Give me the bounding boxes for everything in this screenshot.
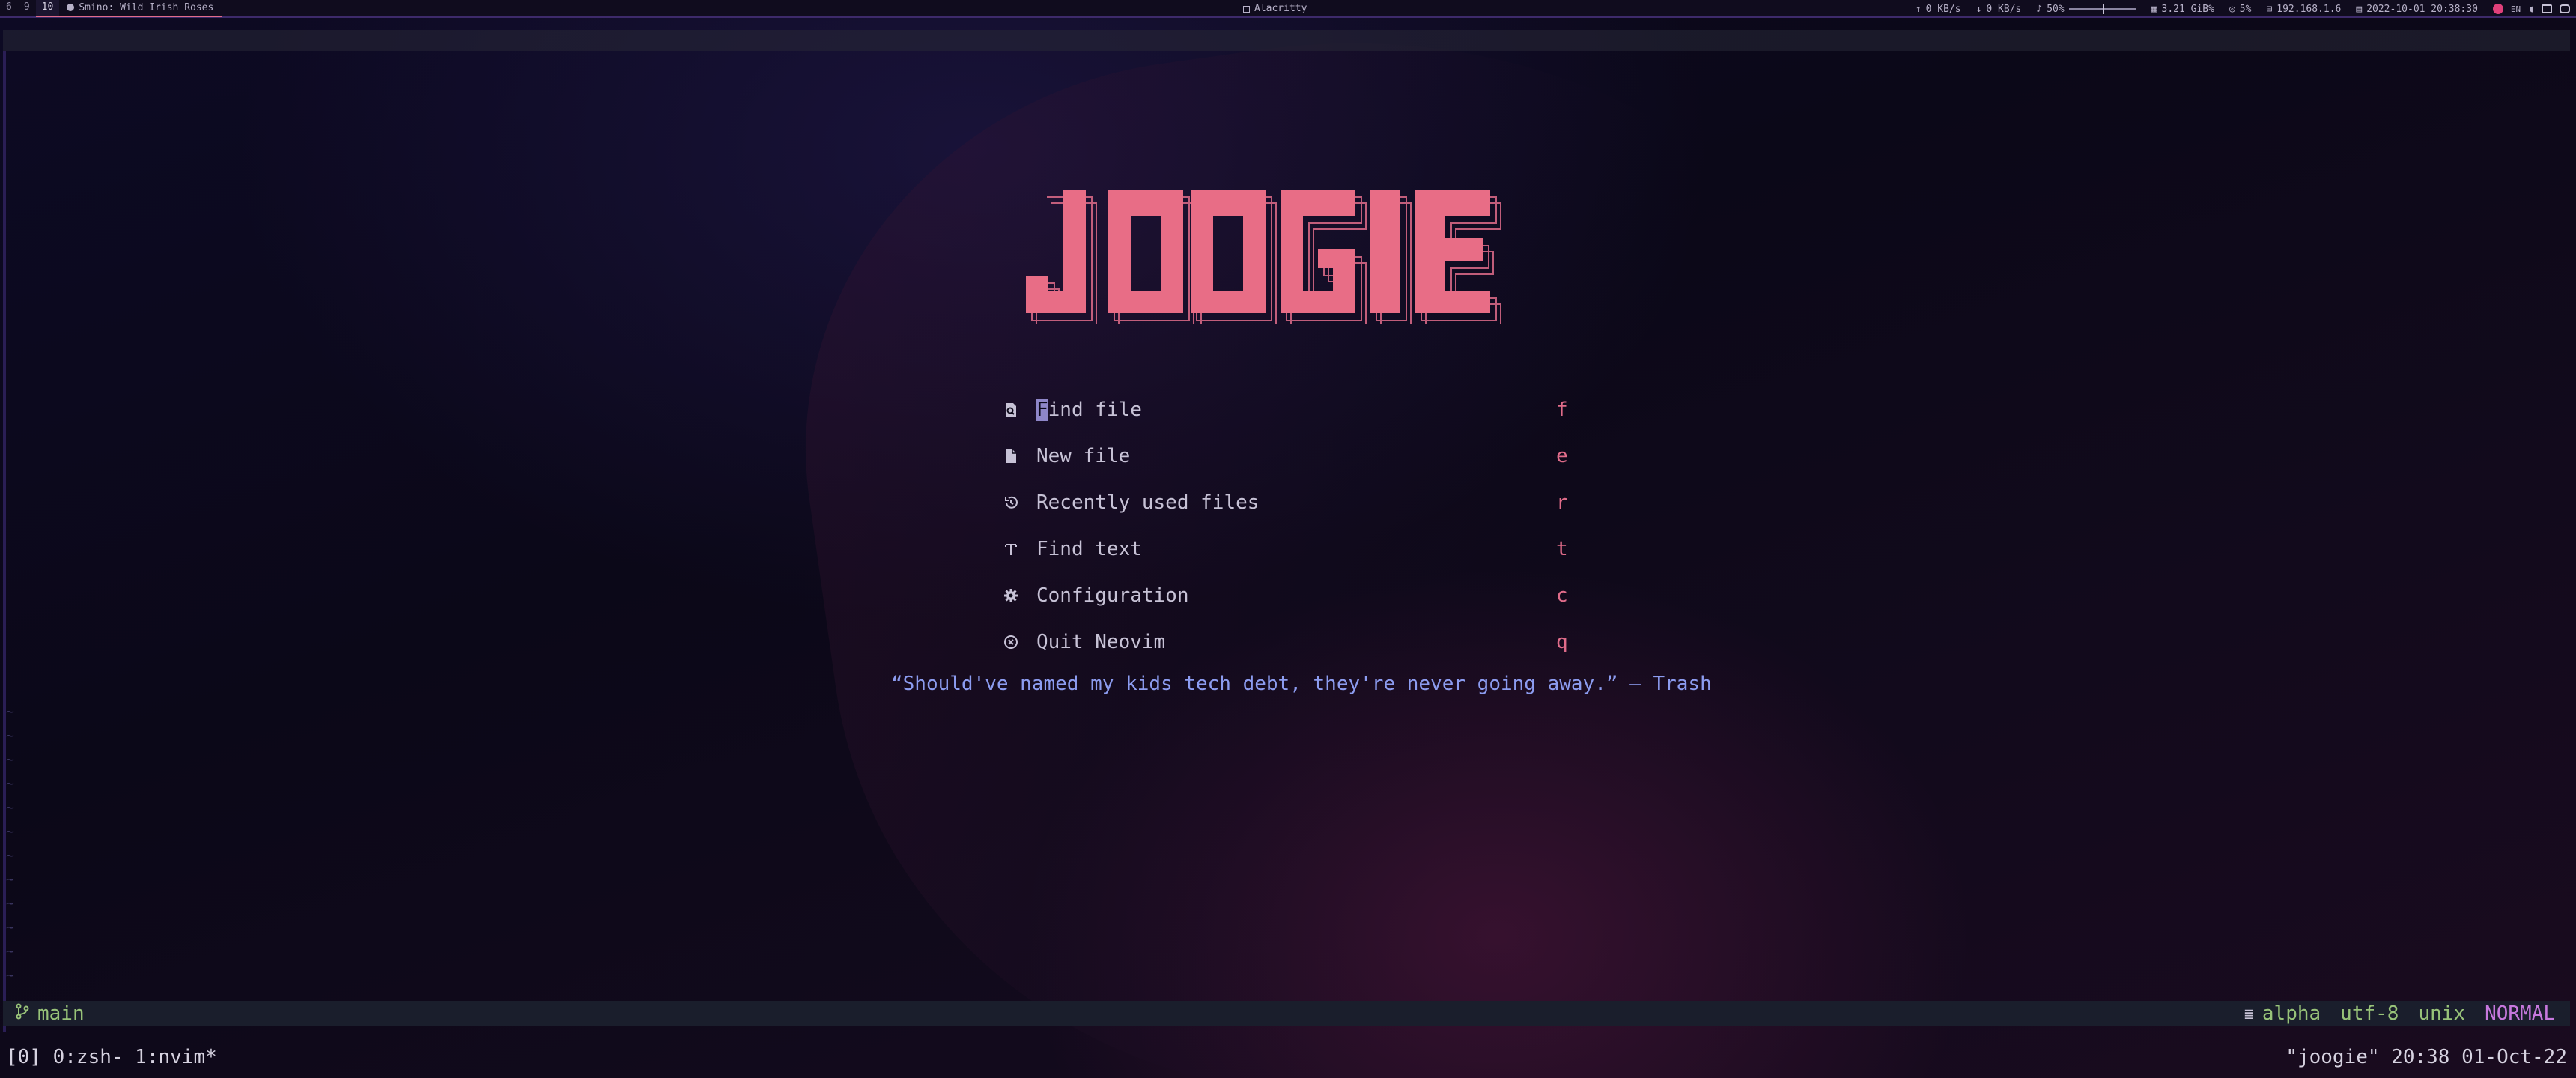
- arrow-up-icon: ↑: [1915, 3, 1922, 15]
- system-stats: ↑ 0 KB/s ↓ 0 KB/s ♪ 50% ▦ 3.21 GiB% ◎ 5% ⊟ 19…: [1916, 0, 2576, 18]
- statusline-right: ≣ alpha utf-8 unix NORMAL: [2244, 1002, 2555, 1025]
- logo-letter-g: [1281, 190, 1355, 313]
- file-encoding: utf-8: [2340, 1002, 2399, 1025]
- empty-line-marker: ~: [6, 728, 14, 744]
- arrow-down-icon: ↓: [1975, 3, 1982, 15]
- lines-icon: ≣: [2244, 1005, 2253, 1023]
- bluetooth-tray-icon[interactable]: [2560, 4, 2570, 13]
- logo-letter-o2: [1191, 190, 1266, 313]
- empty-line-marker: ~: [6, 848, 14, 864]
- filetype: ≣ alpha: [2244, 1002, 2321, 1025]
- nvim-tabline: [3, 30, 2570, 51]
- shortcut-key: t: [1556, 538, 1568, 560]
- logo-letter-j: [1026, 190, 1086, 313]
- shortcut-key: c: [1556, 584, 1568, 607]
- workspace-6[interactable]: 6: [0, 0, 18, 17]
- ip-widget: ⊟ 192.168.1.6: [2266, 3, 2342, 15]
- spotify-icon: [67, 4, 75, 11]
- vim-mode: NORMAL: [2485, 1002, 2555, 1025]
- menu-item-configuration[interactable]: Configuration c: [1000, 572, 1570, 619]
- tmux-windows[interactable]: [0] 0:zsh- 1:nvim*: [6, 1046, 217, 1068]
- tmux-session-info: "joogie" 20:38 01-Oct-22: [2285, 1046, 2567, 1068]
- empty-line-marker: ~: [6, 824, 14, 840]
- memory-widget: ▦ 3.21 GiB%: [2151, 3, 2214, 15]
- menu-item-recent-files[interactable]: Recently used files r: [1000, 479, 1570, 526]
- cpu-icon: ◎: [2229, 3, 2235, 15]
- logo-letter-o1: [1108, 190, 1183, 313]
- gear-icon: [1000, 585, 1021, 606]
- memory-icon: ▦: [2151, 3, 2157, 15]
- shortcut-key: r: [1556, 491, 1568, 514]
- media-player[interactable]: Smino: Wild Irish Roses: [59, 0, 223, 17]
- window-tray-icon[interactable]: [2542, 4, 2552, 13]
- text-icon: [1000, 539, 1021, 560]
- empty-line-marker: ~: [6, 968, 14, 984]
- network-icon: ⊟: [2266, 3, 2273, 15]
- media-title: Smino: Wild Irish Roses: [79, 1, 214, 13]
- shortcut-key: q: [1556, 631, 1568, 653]
- git-branch: main: [3, 1002, 85, 1025]
- file-search-icon: [1000, 399, 1021, 420]
- close-circle-icon: [1000, 632, 1021, 652]
- empty-line-marker: ~: [6, 704, 14, 720]
- menu-item-find-file[interactable]: Find file f: [1000, 387, 1570, 433]
- menu-item-new-file[interactable]: New file e: [1000, 433, 1570, 479]
- nvim-statusline: main ≣ alpha utf-8 unix NORMAL: [3, 1001, 2570, 1026]
- empty-line-marker: ~: [6, 920, 14, 936]
- empty-line-marker: ~: [6, 752, 14, 768]
- dashboard-menu: Find file f New file e Recently used fil…: [1000, 387, 1570, 665]
- git-branch-icon: [15, 1002, 30, 1025]
- cursor: F: [1036, 399, 1048, 421]
- keyboard-layout[interactable]: EN: [2511, 4, 2521, 14]
- speaker-icon: ♪: [2036, 3, 2043, 15]
- file-icon: [1000, 446, 1021, 467]
- calendar-icon: ▤: [2356, 3, 2363, 15]
- shortcut-key: f: [1556, 399, 1568, 421]
- dashboard-quote: “Should've named my kids tech debt, they…: [891, 673, 1712, 695]
- menu-item-find-text[interactable]: Find text t: [1000, 526, 1570, 572]
- top-bar: 6 9 10 Smino: Wild Irish Roses Alacritty…: [0, 0, 2576, 18]
- empty-line-marker: ~: [6, 776, 14, 792]
- volume-knob[interactable]: [2102, 4, 2104, 14]
- clock-widget: ▤ 2022-10-01 20:38:30: [2356, 3, 2478, 15]
- joogie-logo: [1026, 190, 1501, 324]
- volume-widget[interactable]: ♪ 50%: [2036, 4, 2136, 15]
- tmux-status-bar: [0] 0:zsh- 1:nvim* "joogie" 20:38 01-Oct…: [0, 1046, 2576, 1073]
- empty-line-marker: ~: [6, 800, 14, 816]
- logo-letter-e: [1415, 190, 1490, 313]
- history-icon: [1000, 492, 1021, 513]
- volume-tray-icon[interactable]: ◖: [2528, 4, 2534, 15]
- file-format: unix: [2418, 1002, 2466, 1025]
- net-down: ↓ 0 KB/s: [1975, 3, 2022, 15]
- empty-line-marker: ~: [6, 896, 14, 912]
- menu-item-quit-neovim[interactable]: Quit Neovim q: [1000, 619, 1570, 665]
- volume-slider[interactable]: [2068, 4, 2136, 14]
- system-tray: EN ◖: [2492, 4, 2570, 15]
- net-up: ↑ 0 KB/s: [1915, 3, 1961, 15]
- empty-line-marker: ~: [6, 944, 14, 960]
- window-icon: [1243, 5, 1250, 13]
- shortcut-key: e: [1556, 445, 1568, 467]
- workspace-10[interactable]: 10: [35, 0, 60, 17]
- app-tray-icon[interactable]: [2492, 4, 2503, 14]
- window-title: Alacritty: [1243, 0, 1307, 18]
- cpu-widget: ◎ 5%: [2229, 3, 2252, 15]
- empty-line-marker: ~: [6, 872, 14, 888]
- workspace-9[interactable]: 9: [18, 0, 36, 17]
- logo-letter-i: [1370, 190, 1400, 313]
